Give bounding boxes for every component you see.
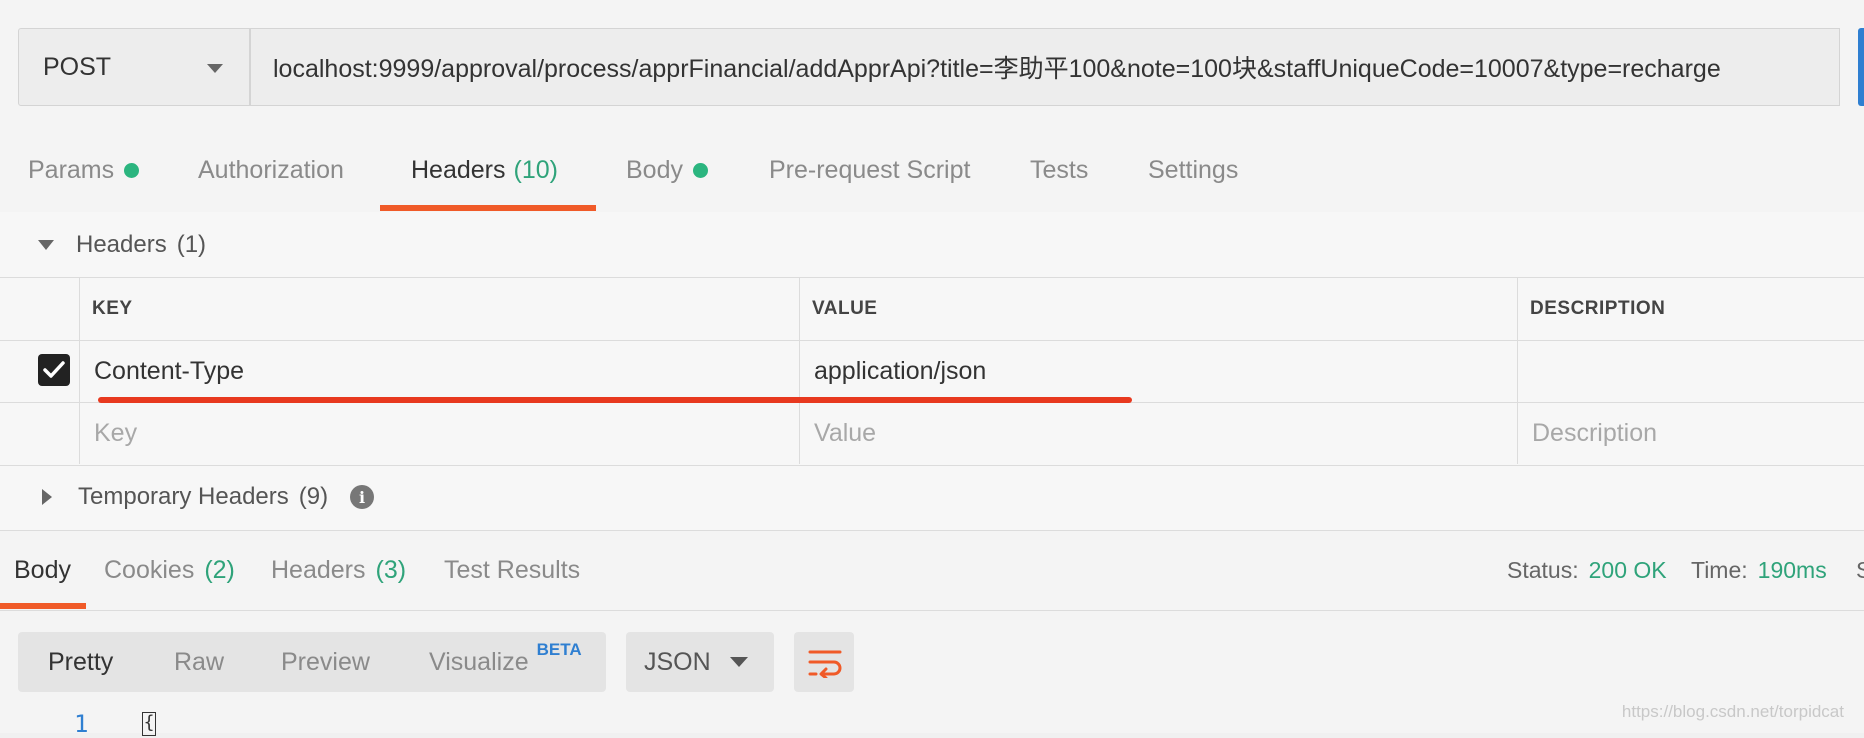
- tab-authorization-label: Authorization: [198, 155, 344, 184]
- header-value-cell[interactable]: application/json: [799, 340, 1517, 402]
- table-row-new: Key Value Description: [0, 402, 1864, 464]
- response-tab-cookies[interactable]: Cookies (2): [104, 530, 235, 610]
- status-value: 200 OK: [1588, 556, 1667, 583]
- triangle-down-icon: [38, 239, 54, 250]
- active-tab-indicator: [380, 205, 596, 211]
- chevron-down-icon: [730, 657, 748, 667]
- response-tab-body-label: Body: [14, 555, 71, 584]
- new-description-input[interactable]: Description: [1517, 402, 1864, 464]
- wrap-lines-icon: [808, 650, 842, 678]
- temporary-headers-title: Temporary Headers: [78, 483, 289, 510]
- mode-preview[interactable]: Preview: [281, 632, 370, 692]
- mode-raw[interactable]: Raw: [174, 632, 224, 692]
- response-tab-test-results-label: Test Results: [444, 555, 581, 584]
- send-button[interactable]: [1858, 28, 1864, 106]
- tab-tests-label: Tests: [1030, 155, 1089, 184]
- time-value: 190ms: [1757, 556, 1827, 583]
- header-key-cell[interactable]: Content-Type: [79, 340, 799, 402]
- tab-headers-label: Headers: [411, 155, 506, 184]
- column-key: KEY: [79, 278, 799, 340]
- response-tab-body[interactable]: Body: [14, 530, 71, 610]
- header-enabled-checkbox[interactable]: [38, 354, 70, 386]
- mode-visualize[interactable]: Visualize BETA: [429, 632, 582, 692]
- request-tabs: Params Authorization Headers (10) Body P…: [0, 128, 1864, 213]
- info-icon[interactable]: i: [350, 485, 375, 509]
- tab-settings[interactable]: Settings: [1148, 128, 1238, 212]
- table-header-row: KEY VALUE DESCRIPTION: [0, 278, 1864, 341]
- size-label: S: [1856, 556, 1864, 583]
- response-tab-headers-count: (3): [375, 555, 407, 584]
- mode-pretty[interactable]: Pretty: [48, 632, 113, 692]
- new-description-placeholder: Description: [1532, 418, 1658, 447]
- time-label: Time:: [1691, 556, 1748, 583]
- method-label: POST: [43, 52, 112, 81]
- beta-badge: BETA: [536, 640, 582, 659]
- response-active-tab-indicator: [0, 603, 86, 609]
- tab-settings-label: Settings: [1148, 155, 1239, 184]
- status-readout: Status: 200 OK: [1507, 530, 1667, 610]
- method-select[interactable]: POST: [18, 28, 250, 106]
- tab-headers[interactable]: Headers (10): [411, 128, 558, 212]
- tab-body-label: Body: [626, 155, 683, 184]
- new-key-input[interactable]: Key: [79, 402, 799, 464]
- response-tab-headers[interactable]: Headers (3): [271, 530, 406, 610]
- checkbox-checked-icon: [43, 361, 65, 378]
- tab-body[interactable]: Body: [626, 128, 708, 212]
- response-tab-headers-label: Headers: [271, 555, 366, 584]
- column-description: DESCRIPTION: [1517, 278, 1864, 340]
- url-text: localhost:9999/approval/process/apprFina…: [273, 55, 1721, 83]
- response-tab-cookies-count: (2): [204, 555, 235, 584]
- new-key-placeholder: Key: [94, 418, 138, 447]
- tab-params-label: Params: [28, 155, 115, 184]
- status-label: Status:: [1507, 556, 1579, 583]
- mode-visualize-label: Visualize: [429, 647, 529, 676]
- triangle-right-icon: [42, 489, 52, 505]
- header-description-cell[interactable]: [1517, 340, 1864, 402]
- header-value-text: application/json: [814, 356, 987, 385]
- headers-section-title: Headers: [76, 230, 167, 258]
- format-select[interactable]: JSON: [626, 632, 774, 692]
- tab-tests[interactable]: Tests: [1030, 128, 1088, 212]
- mode-preview-label: Preview: [281, 647, 370, 676]
- wrap-lines-button[interactable]: [794, 632, 854, 692]
- table-row: Content-Type application/json: [0, 340, 1864, 403]
- time-readout: Time: 190ms: [1691, 530, 1827, 610]
- watermark-text: https://blog.csdn.net/torpidcat: [1621, 702, 1844, 721]
- code-first-char: {: [142, 712, 156, 736]
- url-input[interactable]: localhost:9999/approval/process/apprFina…: [250, 28, 1840, 106]
- format-label: JSON: [644, 647, 711, 676]
- body-indicator-dot: [692, 162, 708, 178]
- new-value-placeholder: Value: [814, 418, 877, 447]
- header-key-text: Content-Type: [94, 356, 245, 385]
- tab-authorization[interactable]: Authorization: [198, 128, 344, 212]
- mode-pretty-label: Pretty: [48, 647, 114, 676]
- tab-headers-count: (10): [513, 155, 558, 184]
- line-number: 1: [74, 710, 89, 738]
- annotation-underline: [98, 397, 1132, 403]
- column-value: VALUE: [799, 278, 1517, 340]
- tab-prerequest-label: Pre-request Script: [769, 155, 971, 184]
- headers-table: KEY VALUE DESCRIPTION Content-Type appli…: [0, 277, 1864, 466]
- tab-params[interactable]: Params: [28, 128, 140, 212]
- tab-prerequest-script[interactable]: Pre-request Script: [769, 128, 970, 212]
- new-value-input[interactable]: Value: [799, 402, 1517, 464]
- mode-raw-label: Raw: [174, 647, 225, 676]
- headers-section-count: (1): [176, 230, 207, 258]
- response-tab-test-results[interactable]: Test Results: [444, 530, 580, 610]
- params-indicator-dot: [124, 162, 140, 178]
- headers-section-toggle[interactable]: Headers (1): [38, 212, 206, 277]
- response-tab-cookies-label: Cookies: [104, 555, 195, 584]
- temporary-headers-count: (9): [298, 483, 329, 510]
- chevron-down-icon: [207, 64, 223, 73]
- size-readout: S: [1856, 530, 1864, 610]
- temporary-headers-toggle[interactable]: Temporary Headers (9) i: [42, 464, 375, 530]
